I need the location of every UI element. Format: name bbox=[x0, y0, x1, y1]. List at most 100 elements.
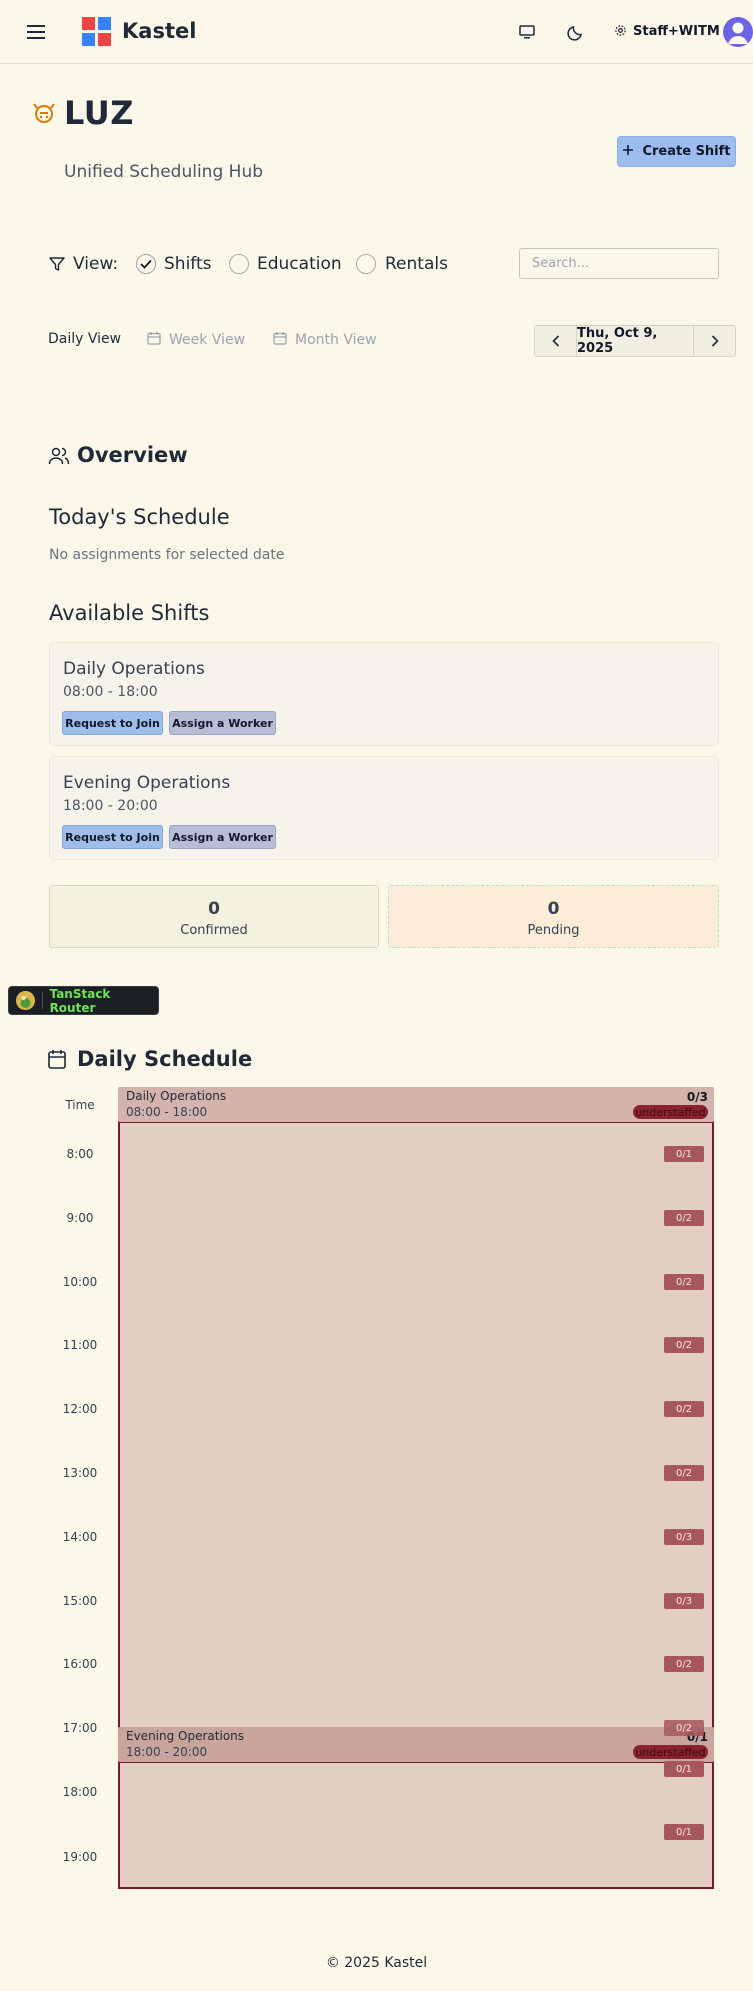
block-staff-count: 0/3 bbox=[686, 1090, 708, 1104]
empty-assignments-note: No assignments for selected date bbox=[49, 547, 285, 563]
calendar-icon bbox=[147, 331, 161, 349]
overview-title: Overview bbox=[77, 443, 188, 467]
assign-worker-button[interactable]: Assign a Worker bbox=[169, 825, 276, 849]
request-to-join-button[interactable]: Request to Join bbox=[62, 825, 163, 849]
shift-name: Evening Operations bbox=[63, 773, 231, 793]
education-option-label[interactable]: Education bbox=[257, 254, 342, 274]
hour-staff-badge: 0/2 bbox=[664, 1720, 704, 1736]
pending-label: Pending bbox=[527, 923, 580, 938]
hour-label: 19:00 bbox=[62, 1850, 98, 1864]
available-shifts-heading: Available Shifts bbox=[49, 601, 210, 625]
evening-operations-block[interactable] bbox=[118, 1761, 714, 1889]
create-shift-label: Create Shift bbox=[642, 144, 731, 159]
daily-schedule-title: Daily Schedule bbox=[77, 1047, 253, 1071]
pending-stat: 0 Pending bbox=[388, 885, 719, 948]
rentals-option-label[interactable]: Rentals bbox=[385, 254, 448, 274]
block-time: 18:00 - 20:00 bbox=[126, 1745, 208, 1759]
tanstack-router-label: TanStack Router bbox=[49, 986, 111, 1015]
confirmed-stat: 0 Confirmed bbox=[49, 885, 379, 948]
calendar-icon bbox=[48, 1049, 68, 1069]
hour-staff-badge: 0/2 bbox=[664, 1210, 704, 1226]
date-navigator: Thu, Oct 9, 2025 bbox=[534, 325, 736, 357]
hour-label: 18:00 bbox=[62, 1785, 98, 1799]
top-bar: Kastel Staff+WITM bbox=[0, 0, 753, 64]
filter-icon bbox=[48, 255, 66, 273]
current-date[interactable]: Thu, Oct 9, 2025 bbox=[576, 326, 694, 356]
block-name: Evening Operations bbox=[126, 1729, 245, 1743]
hour-label: 17:00 bbox=[62, 1721, 98, 1735]
todays-schedule-heading: Today's Schedule bbox=[49, 505, 230, 529]
hour-staff-badge: 0/2 bbox=[664, 1656, 704, 1672]
tanstack-logo-icon bbox=[16, 991, 35, 1010]
page-title: LUZ bbox=[64, 94, 134, 132]
understaffed-badge: understaffed bbox=[633, 1105, 708, 1119]
block-time: 08:00 - 18:00 bbox=[126, 1105, 208, 1119]
brand-name[interactable]: Kastel bbox=[122, 19, 196, 43]
daily-operations-header[interactable]: Daily Operations 08:00 - 18:00 0/3 under… bbox=[118, 1087, 714, 1122]
hour-label: 13:00 bbox=[62, 1466, 98, 1480]
hour-staff-badge: 0/3 bbox=[664, 1529, 704, 1545]
confirmed-count: 0 bbox=[208, 899, 220, 919]
create-shift-button[interactable]: Create Shift bbox=[617, 136, 736, 167]
user-role-button[interactable]: Staff+WITM bbox=[614, 22, 720, 41]
hour-label: 14:00 bbox=[62, 1530, 98, 1544]
hour-staff-badge: 0/1 bbox=[664, 1761, 704, 1777]
hour-label: 8:00 bbox=[66, 1147, 94, 1161]
shift-card: Daily Operations 08:00 - 18:00 Request t… bbox=[49, 642, 719, 746]
tab-week-view[interactable]: Week View bbox=[147, 331, 245, 349]
hour-staff-badge: 0/2 bbox=[664, 1401, 704, 1417]
tanstack-router-devtools-button[interactable]: TanStack Router bbox=[8, 986, 159, 1015]
plus-icon bbox=[622, 144, 634, 160]
search-input[interactable] bbox=[519, 248, 719, 279]
education-checkbox[interactable] bbox=[229, 254, 249, 274]
hour-label: 10:00 bbox=[62, 1275, 98, 1289]
footer-copyright: © 2025 Kastel bbox=[325, 1955, 428, 1971]
tab-daily-view[interactable]: Daily View bbox=[48, 331, 121, 347]
tab-month-view[interactable]: Month View bbox=[273, 331, 377, 349]
time-column-header: Time bbox=[65, 1098, 95, 1112]
shifts-checkbox[interactable] bbox=[136, 254, 156, 274]
desktop-icon[interactable] bbox=[515, 20, 539, 44]
hour-label: 9:00 bbox=[66, 1211, 94, 1225]
shift-time: 08:00 - 18:00 bbox=[63, 684, 158, 700]
shift-time: 18:00 - 20:00 bbox=[63, 798, 158, 814]
menu-icon[interactable] bbox=[22, 20, 50, 44]
evening-operations-header[interactable]: Evening Operations 18:00 - 20:00 0/1 und… bbox=[118, 1727, 714, 1762]
hour-label: 11:00 bbox=[62, 1338, 98, 1352]
view-label: View: bbox=[73, 254, 119, 274]
pending-count: 0 bbox=[547, 899, 560, 919]
shift-card: Evening Operations 18:00 - 20:00 Request… bbox=[49, 756, 719, 860]
request-to-join-button[interactable]: Request to Join bbox=[62, 711, 163, 735]
page-subtitle: Unified Scheduling Hub bbox=[64, 162, 264, 182]
hour-staff-badge: 0/2 bbox=[664, 1465, 704, 1481]
user-avatar-icon[interactable] bbox=[723, 17, 753, 47]
moon-icon[interactable] bbox=[563, 19, 589, 45]
hour-staff-badge: 0/1 bbox=[664, 1824, 704, 1840]
block-name: Daily Operations bbox=[126, 1089, 227, 1103]
users-icon bbox=[48, 445, 70, 467]
daily-operations-block[interactable] bbox=[118, 1121, 714, 1761]
assign-worker-button[interactable]: Assign a Worker bbox=[169, 711, 276, 735]
shift-name: Daily Operations bbox=[63, 659, 205, 679]
hour-staff-badge: 0/3 bbox=[664, 1593, 704, 1609]
hour-staff-badge: 0/2 bbox=[664, 1274, 704, 1290]
calendar-icon bbox=[273, 331, 287, 349]
shifts-option-label[interactable]: Shifts bbox=[164, 254, 212, 274]
next-day-button[interactable] bbox=[694, 326, 735, 356]
previous-day-button[interactable] bbox=[535, 326, 576, 356]
hour-staff-badge: 0/2 bbox=[664, 1337, 704, 1353]
hour-label: 16:00 bbox=[62, 1657, 98, 1671]
kastel-logo[interactable] bbox=[82, 17, 112, 47]
chevron-left-icon bbox=[551, 332, 560, 351]
badge-divider bbox=[41, 992, 43, 1009]
chevron-right-icon bbox=[711, 332, 719, 351]
confirmed-label: Confirmed bbox=[180, 923, 248, 938]
tab-daily-view-label: Daily View bbox=[48, 331, 122, 347]
hour-label: 15:00 bbox=[62, 1594, 98, 1608]
gear-icon bbox=[614, 22, 627, 41]
luz-icon bbox=[31, 100, 57, 126]
rentals-checkbox[interactable] bbox=[356, 254, 376, 274]
hour-staff-badge: 0/1 bbox=[664, 1146, 704, 1162]
understaffed-badge: understaffed bbox=[633, 1745, 708, 1759]
hour-label: 12:00 bbox=[62, 1402, 98, 1416]
